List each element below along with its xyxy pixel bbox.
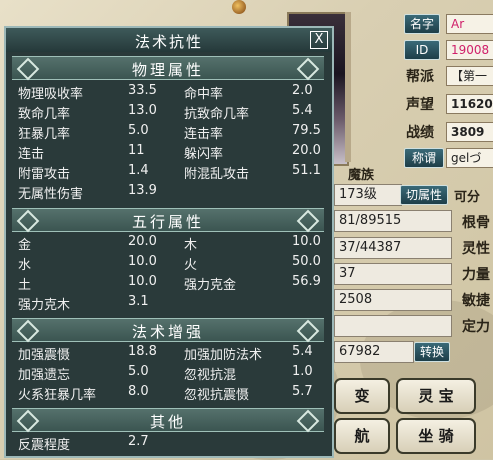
id-field: 19008 [446, 40, 493, 60]
dialog-title-bar[interactable]: 法术抗性 X [6, 28, 332, 52]
stat-value: 1.0 [292, 364, 313, 379]
stat-value: 10.0 [128, 274, 157, 289]
stat-label: 加强遗忘 [18, 368, 71, 383]
stat-label: 土 [18, 278, 32, 293]
stat-value: 56.9 [292, 274, 321, 289]
stat-label: 物理吸收率 [18, 87, 84, 102]
stat-label: 躲闪率 [184, 147, 224, 162]
stat-value: 5.7 [292, 384, 313, 399]
pin-icon [232, 0, 246, 14]
section-title: 法术增强 [131, 323, 204, 341]
fame-label: 声望 [406, 97, 434, 113]
stat-label: 强力克木 [18, 298, 71, 313]
stat-value: 11 [128, 143, 145, 158]
switch-attribute-button[interactable]: 切属性 [400, 185, 448, 205]
faction-value: 【第一 [446, 66, 493, 86]
stat-label: 加强震慑 [18, 348, 71, 363]
id-value: 19008 [451, 43, 490, 57]
side-label-constitution: 根骨 [462, 215, 490, 231]
title-value: gelづ [446, 148, 493, 168]
section-title: 物理属性 [131, 61, 204, 79]
stat-value: 5.4 [292, 103, 313, 118]
stat-value: 5.4 [292, 344, 313, 359]
stat-value: 79.5 [292, 123, 321, 138]
mount-button[interactable]: 坐 骑 [396, 418, 476, 454]
stat-label: 附雷攻击 [18, 167, 71, 182]
side-label-agility: 敏捷 [462, 293, 490, 309]
spell-resistance-dialog: 法术抗性 X 物理属性 物理吸收率 33.5 命中率 2.0 致命几率 13.0… [4, 26, 334, 458]
stat-label: 木 [184, 238, 198, 253]
section-header-other: 其他 [12, 408, 324, 433]
stat-value: 13.0 [128, 103, 157, 118]
section-header-spell-enhance: 法术增强 [12, 318, 324, 343]
stat-label: 无属性伤害 [18, 187, 84, 202]
stat-label: 狂暴几率 [18, 127, 71, 142]
dialog-title: 法术抗性 [134, 33, 203, 51]
close-icon[interactable]: X [310, 31, 328, 49]
stat-value: 3.1 [128, 294, 149, 309]
stat-value: 20.0 [128, 234, 157, 249]
stat-label: 水 [18, 258, 32, 273]
stat-label: 连击率 [184, 127, 224, 142]
section-header-physical: 物理属性 [12, 56, 324, 81]
record-value: 3809 [446, 122, 493, 142]
stat-value: 2.7 [128, 434, 149, 449]
convert-button[interactable]: 转换 [414, 342, 450, 362]
stat-value: 5.0 [128, 123, 149, 138]
stat-value: 13.9 [128, 183, 157, 198]
stat-label: 忽视抗混 [184, 368, 237, 383]
stat-value: 10.0 [128, 254, 157, 269]
stat-label: 抗致命几率 [184, 107, 250, 122]
stat-label: 命中率 [184, 87, 224, 102]
stat-value: 8.0 [128, 384, 149, 399]
lingbao-button[interactable]: 灵 宝 [396, 378, 476, 414]
stat-label: 忽视抗震慑 [184, 388, 250, 403]
heirloom-button[interactable]: 航 [334, 418, 390, 454]
stat-label: 金 [18, 238, 32, 253]
stat-label: 加强加防法术 [184, 348, 263, 363]
transform-button[interactable]: 变 [334, 378, 390, 414]
name-value: Ar [451, 17, 465, 31]
stat-value: 50.0 [292, 254, 321, 269]
side-label-focus: 定力 [462, 319, 490, 335]
name-field: Ar [446, 14, 493, 34]
side-label-spirit: 灵性 [462, 241, 490, 257]
title-button[interactable]: 称谓 [404, 148, 444, 168]
stat-value: 18.8 [128, 344, 157, 359]
stat-label: 致命几率 [18, 107, 71, 122]
stat-label: 连击 [18, 147, 45, 162]
stat-value: 1.4 [128, 163, 149, 178]
assignable-points-label: 可分 [454, 190, 481, 205]
section-title: 其他 [149, 413, 186, 431]
section-title: 五行属性 [131, 213, 204, 231]
stat-value: 5.0 [128, 364, 149, 379]
name-button[interactable]: 名字 [404, 14, 440, 34]
section-header-five-elements: 五行属性 [12, 208, 324, 233]
stat-label: 强力克金 [184, 278, 237, 293]
portrait-frame-edge [345, 12, 351, 162]
stat-value: 20.0 [292, 143, 321, 158]
stat-value: 51.1 [292, 163, 321, 178]
stat-label: 反震程度 [18, 438, 71, 453]
speed-field: 2508 [334, 289, 452, 311]
level-field: 173级 [334, 184, 402, 206]
stat-label: 附混乱攻击 [184, 167, 250, 182]
faction-label: 帮派 [406, 69, 434, 85]
stat-value: 33.5 [128, 83, 157, 98]
side-label-strength: 力量 [462, 267, 490, 283]
exp-field: 67982 [334, 341, 414, 363]
record-label: 战绩 [406, 125, 434, 141]
stat-value: 2.0 [292, 83, 313, 98]
mp-field: 37/44387 [334, 237, 452, 259]
race-text: 魔族 [348, 168, 375, 183]
stat-label: 火系狂暴几率 [18, 388, 97, 403]
stat-value: 10.0 [292, 234, 321, 249]
stat-label: 火 [184, 258, 198, 273]
id-button[interactable]: ID [404, 40, 440, 60]
fame-value: 11620 [446, 94, 493, 114]
blank-stat-field [334, 315, 452, 337]
hp-field: 81/89515 [334, 210, 452, 232]
attack-field: 37 [334, 263, 452, 285]
